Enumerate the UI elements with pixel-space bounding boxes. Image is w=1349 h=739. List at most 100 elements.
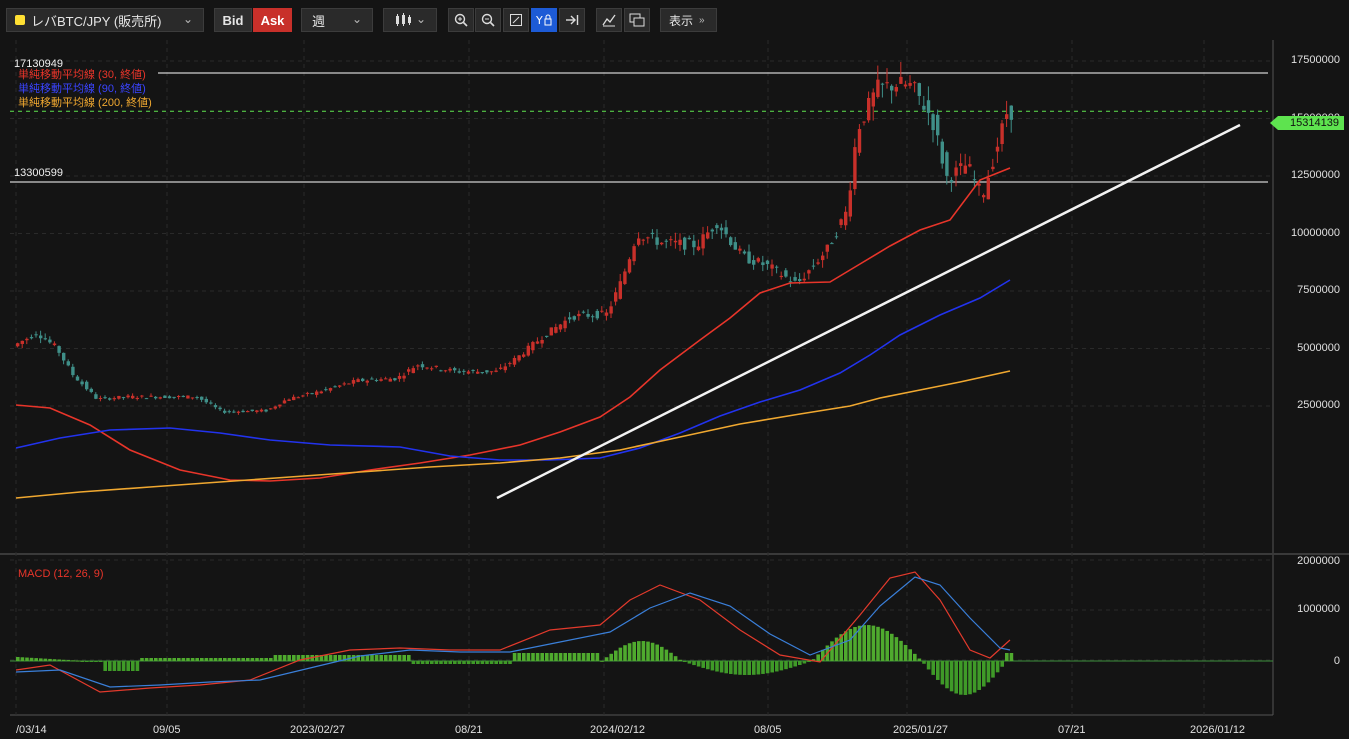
price-chart[interactable]: [0, 40, 1349, 739]
macd-histogram-bar: [641, 641, 646, 661]
compare-button[interactable]: [624, 8, 650, 32]
candle-body: [347, 383, 351, 385]
macd-histogram-bar: [512, 653, 517, 661]
macd-histogram-bar: [425, 661, 429, 664]
candle-body: [609, 306, 613, 314]
candle-body: [223, 410, 227, 413]
macd-histogram-bar: [1009, 653, 1014, 661]
candle-body: [545, 335, 549, 337]
candle-body: [917, 83, 921, 97]
candle-body: [411, 368, 415, 374]
bid-button[interactable]: Bid: [214, 8, 252, 32]
macd-histogram-bar: [991, 661, 995, 678]
macd-histogram-bar: [476, 661, 480, 664]
candle-body: [434, 365, 438, 367]
candle-body: [126, 395, 130, 398]
zoom-out-button[interactable]: [475, 8, 501, 32]
zoom-in-button[interactable]: [448, 8, 474, 32]
macd-histogram-bar: [940, 661, 945, 685]
macd-histogram-bar: [540, 653, 544, 661]
candle-body: [163, 395, 167, 399]
macd-histogram-bar: [885, 630, 889, 661]
chart-type-selector[interactable]: ⌄: [383, 8, 437, 32]
macd-histogram-bar: [848, 628, 853, 661]
zoom-out-icon: [481, 13, 495, 27]
candle-body: [209, 402, 213, 404]
candle-body: [94, 394, 98, 399]
macd-histogram-bar: [678, 659, 682, 661]
candle-body: [144, 398, 149, 400]
period-selector[interactable]: 週 ⌄: [301, 8, 373, 32]
candle-body: [867, 97, 871, 121]
macd-histogram-bar: [742, 661, 747, 675]
fit-button[interactable]: [503, 8, 529, 32]
macd-histogram-bar: [706, 661, 710, 670]
candle-body: [899, 76, 903, 84]
candle-body: [379, 379, 383, 381]
candle-body: [761, 262, 765, 266]
macd-histogram-bar: [246, 658, 250, 661]
macd-histogram-bar: [761, 661, 765, 674]
horizontal-lines[interactable]: [10, 72, 1268, 183]
candle-body: [623, 271, 627, 284]
indicator-icon: [602, 14, 616, 27]
candle-body: [701, 234, 705, 249]
display-menu[interactable]: 表示 »: [660, 8, 717, 32]
candle-body: [425, 367, 429, 369]
macd-histogram-bar: [618, 647, 623, 661]
candle-body: [149, 395, 153, 397]
candle-body: [926, 100, 931, 113]
time-axis-label: 2026/01/12: [1190, 724, 1246, 736]
macd-histogram-bar: [264, 658, 268, 661]
candle-body: [825, 244, 829, 252]
candle-body: [361, 378, 365, 382]
macd-histogram-bar: [908, 649, 912, 661]
trend-line[interactable]: [496, 123, 1241, 500]
macd-histogram-bar: [135, 661, 140, 671]
candle-body: [342, 383, 346, 385]
scroll-to-latest-button[interactable]: [559, 8, 585, 32]
candle-body: [558, 324, 563, 330]
candle-body: [959, 163, 963, 166]
candle-body: [770, 264, 774, 269]
indicator-button[interactable]: [596, 8, 622, 32]
candle-body: [282, 400, 287, 404]
candle-body: [494, 370, 498, 372]
candle-body: [43, 338, 47, 340]
candle-body: [885, 82, 889, 84]
candle-body: [25, 338, 29, 341]
candle-body: [250, 409, 254, 411]
candles: [16, 61, 1013, 415]
candle-body: [793, 277, 797, 281]
symbol-selector[interactable]: レバBTC/JPY (販売所) ⌄: [6, 8, 204, 32]
candle-body: [982, 195, 986, 198]
candle-body: [20, 340, 24, 344]
macd-histogram-bar: [756, 661, 761, 675]
macd-histogram-bar: [733, 661, 738, 675]
candle-body: [591, 316, 595, 318]
macd-histogram-bar: [273, 655, 278, 661]
macd-legend[interactable]: MACD (12, 26, 9): [18, 568, 104, 580]
auto-scale-button[interactable]: Y: [531, 8, 557, 32]
candle-body: [365, 380, 369, 383]
macd-histogram-bar: [57, 659, 61, 661]
time-axis-label: 07/21: [1058, 724, 1086, 736]
macd-histogram-bar: [572, 653, 577, 661]
macd-histogram-bar: [126, 661, 130, 671]
macd-histogram-bar: [121, 661, 126, 671]
macd-histogram-bar: [374, 655, 379, 661]
legend-ma200[interactable]: 単純移動平均線 (200, 終値): [18, 94, 152, 110]
price-axis-label: 10000000: [1291, 226, 1340, 239]
candle-body: [62, 352, 66, 361]
candle-body: [112, 398, 116, 400]
candle-body: [158, 397, 162, 399]
macd-histogram-bar: [236, 658, 241, 661]
macd-histogram-bar: [591, 653, 595, 661]
macd-histogram-bar: [1005, 653, 1009, 661]
macd-histogram-bar: [227, 658, 232, 661]
ask-button[interactable]: Ask: [253, 8, 292, 32]
macd-histogram-bar: [499, 661, 503, 664]
macd-histogram-bar: [692, 661, 696, 666]
macd-histogram-bar: [765, 661, 770, 674]
candle-body: [448, 368, 452, 371]
